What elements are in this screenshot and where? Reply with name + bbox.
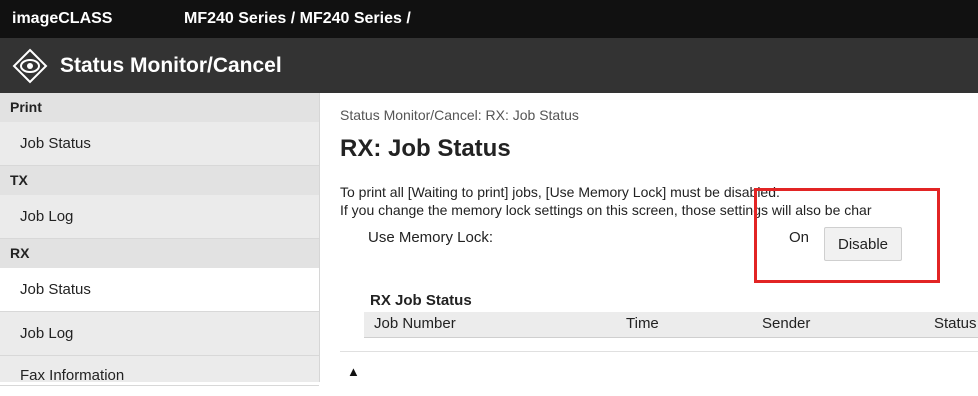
back-to-top-icon[interactable]: ▲ <box>347 364 360 379</box>
divider <box>340 351 978 352</box>
column-time: Time <box>626 315 659 332</box>
sidebar: Print Job Status TX Job Log RX Job Statu… <box>0 93 320 386</box>
breadcrumb: Status Monitor/Cancel: RX: Job Status <box>340 107 579 123</box>
sidebar-item-print-job-status[interactable]: Job Status <box>0 122 319 166</box>
sidebar-section-print: Print <box>0 93 319 122</box>
brand-name: imageCLASS <box>12 10 113 27</box>
sidebar-section-rx: RX <box>0 239 319 268</box>
sidebar-item-tx-job-log[interactable]: Job Log <box>0 195 319 239</box>
page-title: RX: Job Status <box>340 135 511 162</box>
disable-button[interactable]: Disable <box>824 227 902 261</box>
column-job-number: Job Number <box>374 315 456 332</box>
rx-job-status-title: RX Job Status <box>370 292 472 309</box>
app-title: Status Monitor/Cancel <box>60 53 282 77</box>
sidebar-item-rx-job-status[interactable]: Job Status <box>0 268 319 312</box>
column-sender: Sender <box>762 315 811 332</box>
series-breadcrumb: MF240 Series / MF240 Series / <box>184 10 411 27</box>
info-message-line-2: If you change the memory lock settings o… <box>340 202 872 218</box>
column-status: Status <box>934 315 977 332</box>
table-header: Job Number Time Sender Status <box>364 312 978 338</box>
memory-lock-value: On <box>789 229 810 246</box>
sidebar-section-tx: TX <box>0 166 319 195</box>
main-content: Status Monitor/Cancel: RX: Job Status RX… <box>320 93 978 382</box>
top-bar: imageCLASS MF240 Series / MF240 Series / <box>0 0 978 38</box>
title-bar: Status Monitor/Cancel <box>0 38 978 93</box>
eye-diamond-icon <box>12 48 48 83</box>
sidebar-item-rx-job-log[interactable]: Job Log <box>0 312 319 356</box>
info-message-line-1: To print all [Waiting to print] jobs, [U… <box>340 184 780 200</box>
memory-lock-label: Use Memory Lock: <box>368 229 494 246</box>
